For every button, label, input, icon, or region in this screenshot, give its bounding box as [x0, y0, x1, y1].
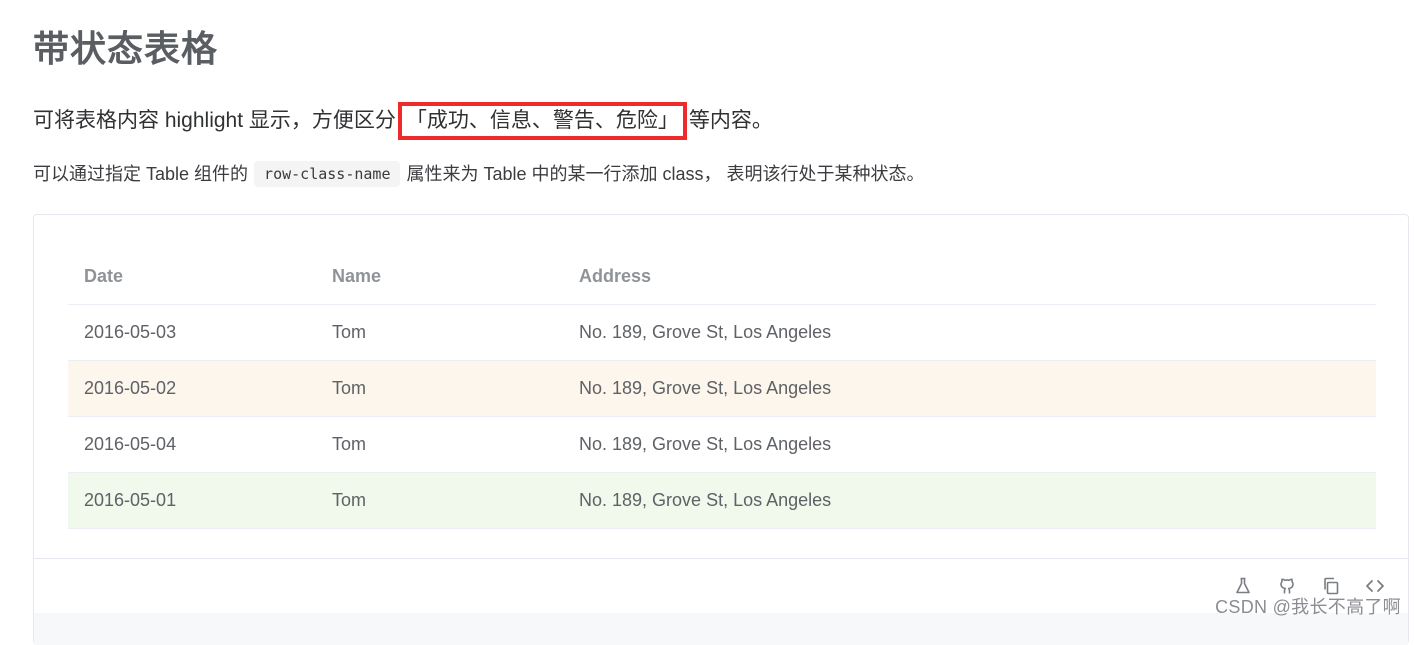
cell-address: No. 189, Grove St, Los Angeles — [579, 322, 832, 342]
cell-name: Tom — [332, 378, 367, 398]
cell-date: 2016-05-03 — [84, 322, 177, 342]
card-divider — [34, 558, 1408, 559]
table-row: 2016-05-01 Tom No. 189, Grove St, Los An… — [68, 473, 1376, 529]
table-row: 2016-05-03 Tom No. 189, Grove St, Los An… — [68, 305, 1376, 361]
status-table: Date Name Address 2016-05-03 Tom No. 189… — [68, 249, 1376, 529]
header-address: Address — [579, 266, 652, 286]
cell-date: 2016-05-02 — [84, 378, 177, 398]
desc-after: 属性来为 Table 中的某一行添加 class， 表明该行处于某种状态。 — [406, 164, 925, 184]
cell-name: Tom — [332, 434, 367, 454]
intro-text: 可将表格内容 highlight 显示，方便区分 「成功、信息、警告、危险」 等内容… — [33, 102, 773, 141]
cell-address: No. 189, Grove St, Los Angeles — [579, 378, 832, 398]
cell-address: No. 189, Grove St, Los Angeles — [579, 434, 832, 454]
desc-before: 可以通过指定 Table 组件的 — [33, 164, 249, 184]
table-header-row: Date Name Address — [68, 249, 1376, 305]
watermark: CSDN @我长不高了啊 — [1215, 597, 1401, 617]
intro-before: 可将表格内容 highlight 显示，方便区分 — [33, 109, 396, 132]
cell-name: Tom — [332, 322, 367, 342]
demo-card: Date Name Address 2016-05-03 Tom No. 189… — [33, 214, 1409, 645]
table-row: 2016-05-02 Tom No. 189, Grove St, Los An… — [68, 361, 1376, 417]
page-title: 带状态表格 — [33, 28, 219, 69]
header-name: Name — [332, 266, 382, 286]
intro-after: 等内容。 — [688, 109, 773, 132]
highlight-status-list: 「成功、信息、警告、危险」 — [397, 102, 687, 141]
description-text: 可以通过指定 Table 组件的 row-class-name 属性来为 Table… — [33, 160, 925, 187]
cell-name: Tom — [332, 490, 367, 510]
cell-date: 2016-05-01 — [84, 490, 177, 510]
cell-address: No. 189, Grove St, Los Angeles — [579, 490, 832, 510]
table-row: 2016-05-04 Tom No. 189, Grove St, Los An… — [68, 417, 1376, 473]
cell-date: 2016-05-04 — [84, 434, 177, 454]
header-date: Date — [84, 266, 124, 286]
card-footer — [34, 613, 1408, 645]
code-row-class-name: row-class-name — [254, 161, 401, 187]
